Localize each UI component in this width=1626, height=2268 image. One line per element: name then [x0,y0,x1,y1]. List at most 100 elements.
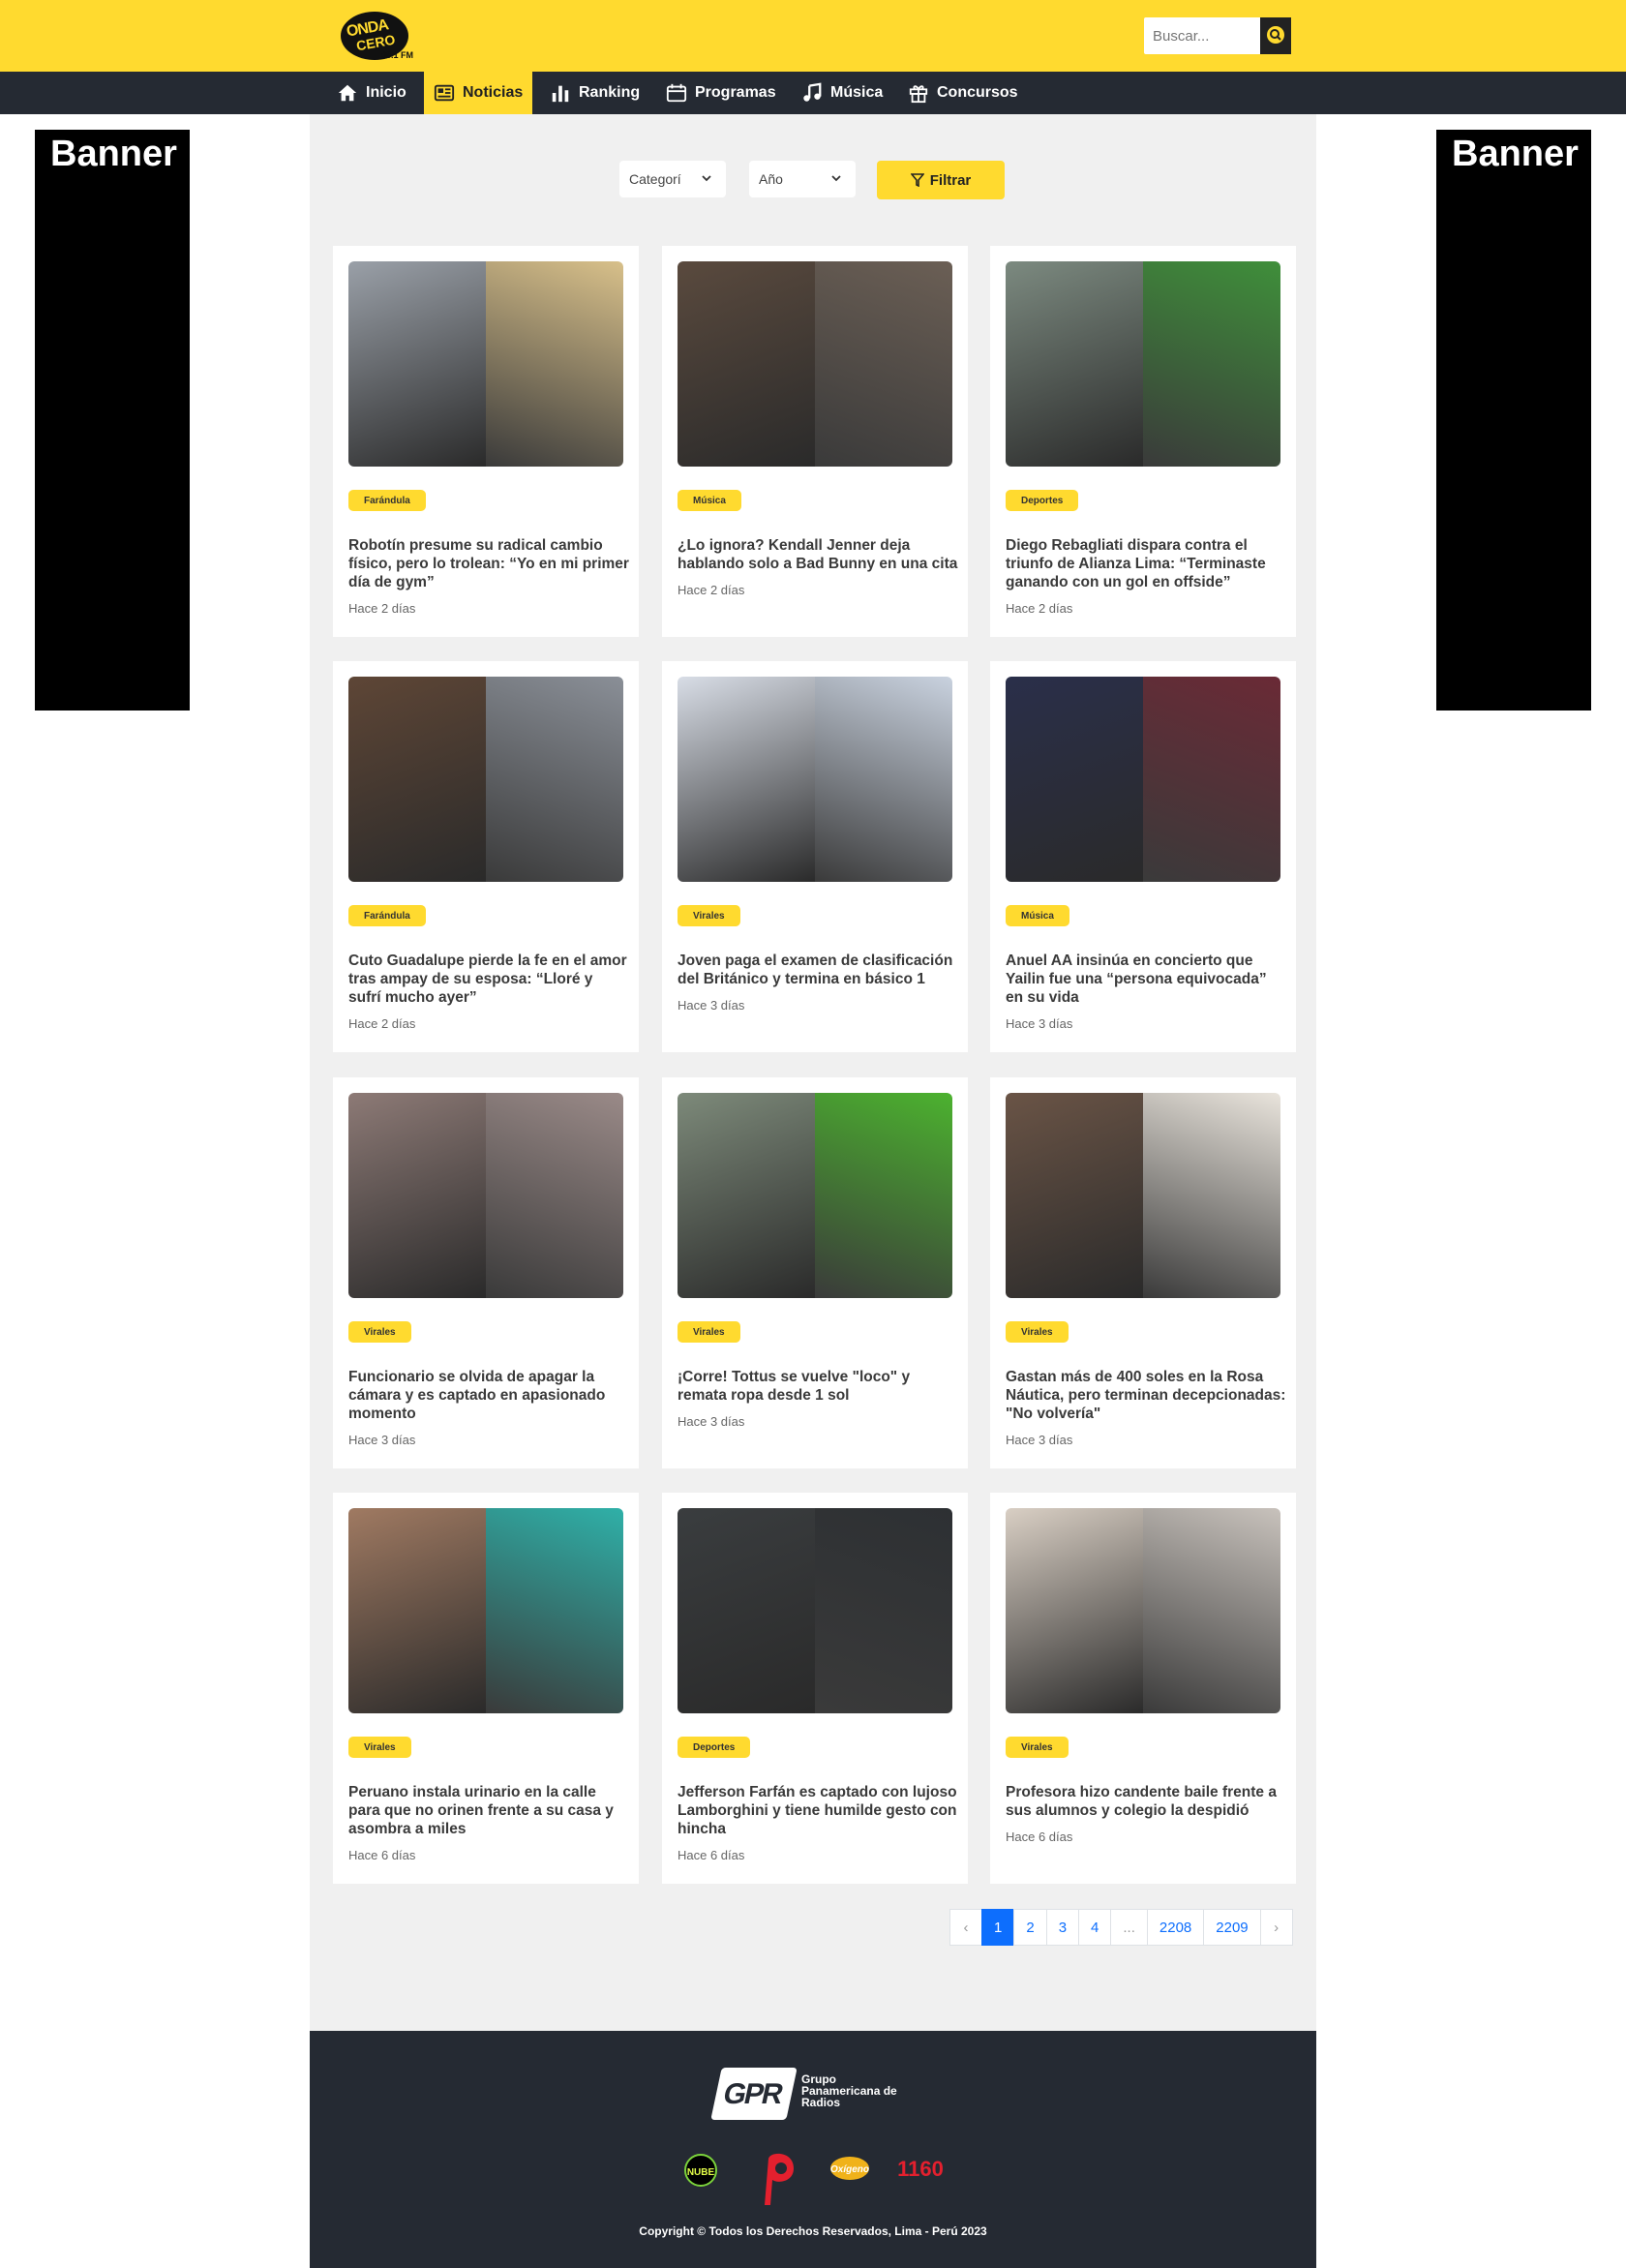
pagination: ‹ 1 2 3 4... 2208 2209 › [949,1909,1293,1946]
nav-item-ranking[interactable]: Ranking [540,72,649,114]
la-nube-logo[interactable]: NUBE [681,2149,720,2192]
news-card[interactable]: Farándula Robotín presume su radical camb… [333,246,639,637]
news-thumbnail[interactable] [348,261,623,467]
pagination-next[interactable]: › [1259,1909,1293,1946]
news-card[interactable]: Virales Funcionario se olvida de apagar l… [333,1077,639,1468]
news-title[interactable]: Profesora hizo candente baile frente a s… [1006,1783,1286,1820]
category-badge[interactable]: Virales [1006,1737,1069,1758]
news-time: Hace 2 días [348,1016,416,1031]
news-card[interactable]: Virales Peruano instala urinario en la ca… [333,1493,639,1884]
year-select[interactable]: Año [749,161,856,197]
pagination-prev[interactable]: ‹ [949,1909,982,1946]
search-input[interactable] [1144,17,1258,54]
news-thumbnail[interactable] [348,1093,623,1298]
calendar-icon [666,83,687,103]
category-badge[interactable]: Música [678,490,741,511]
nav-label: Inicio [366,84,406,101]
thumbnail-right-photo [815,1508,952,1713]
copyright-text: Copyright © Todos los Derechos Reservado… [639,2224,987,2238]
news-time: Hace 3 días [678,1414,745,1429]
thumbnail-left-photo [678,677,815,882]
nav-item-noticias[interactable]: Noticias [424,72,533,114]
oxigeno-logo[interactable]: Oxígeno [828,2149,871,2188]
news-title[interactable]: ¡Corre! Tottus se vuelve "loco" y remata… [678,1368,958,1405]
pagination-page[interactable]: 2208 [1146,1909,1205,1946]
filter-button[interactable]: Filtrar [877,161,1005,199]
news-title[interactable]: Funcionario se olvida de apagar la cámar… [348,1368,629,1423]
nav-label: Noticias [463,84,524,101]
nav-label: Programas [695,84,776,101]
filter-icon [910,173,924,187]
news-card[interactable]: Farándula Cuto Guadalupe pierde la fe en … [333,661,639,1052]
news-thumbnail[interactable] [678,1508,952,1713]
pagination-page[interactable]: 2209 [1203,1909,1261,1946]
news-time: Hace 2 días [1006,601,1073,616]
category-badge[interactable]: Virales [678,1321,740,1343]
news-title[interactable]: Joven paga el examen de clasificación de… [678,952,958,988]
news-time: Hace 2 días [678,583,745,597]
category-badge[interactable]: Virales [678,905,740,926]
thumbnail-right-photo [486,1093,623,1298]
category-select[interactable]: Categorí [619,161,726,197]
thumbnail-left-photo [678,1093,815,1298]
pagination-page[interactable]: 1 [981,1909,1015,1946]
news-thumbnail[interactable] [348,677,623,882]
news-thumbnail[interactable] [678,1093,952,1298]
nav-item-programas[interactable]: Programas [656,72,786,114]
news-thumbnail[interactable] [678,261,952,467]
radio-1160-logo[interactable]: 1160 [896,2149,945,2188]
category-badge[interactable]: Farándula [348,905,426,926]
nav-label: Música [830,84,884,101]
news-card[interactable]: Virales ¡Corre! Tottus se vuelve "loco" y… [662,1077,968,1468]
news-title[interactable]: ¿Lo ignora? Kendall Jenner deja hablando… [678,536,958,573]
nav-item-concursos[interactable]: Concursos [898,72,1028,114]
thumbnail-left-photo [678,1508,815,1713]
category-badge[interactable]: Virales [348,1737,411,1758]
thumbnail-left-photo [1006,677,1143,882]
onda-cero-logo[interactable]: ONDA CERO 98.1 FM [339,8,414,64]
news-title[interactable]: Jefferson Farfán es captado con lujoso L… [678,1783,958,1838]
right-banner[interactable]: Banner [1436,130,1591,711]
panamericana-logo[interactable] [755,2149,799,2207]
music-note-icon [803,82,822,102]
news-thumbnail[interactable] [348,1508,623,1713]
nav-label: Concursos [937,84,1018,101]
thumbnail-right-photo [815,677,952,882]
gpr-logo[interactable]: GPR Grupo Panamericana de Radios [710,2060,910,2128]
news-thumbnail[interactable] [1006,261,1280,467]
news-thumbnail[interactable] [1006,1508,1280,1713]
news-title[interactable]: Diego Rebagliati dispara contra el triun… [1006,536,1286,591]
filter-button-label: Filtrar [929,171,972,189]
news-card[interactable]: Deportes Jefferson Farfán es captado con … [662,1493,968,1884]
category-badge[interactable]: Virales [1006,1321,1069,1343]
news-card[interactable]: Música ¿Lo ignora? Kendall Jenner deja ha… [662,246,968,637]
search-button[interactable] [1260,17,1291,54]
news-card[interactable]: Virales Gastan más de 400 soles en la Ros… [990,1077,1296,1468]
news-card[interactable]: Deportes Diego Rebagliati dispara contra … [990,246,1296,637]
chevron-down-icon [702,175,711,182]
news-card[interactable]: Música Anuel AA insinúa en concierto que … [990,661,1296,1052]
category-badge[interactable]: Deportes [678,1737,751,1758]
news-title[interactable]: Robotín presume su radical cambio físico… [348,536,629,591]
pagination-page[interactable]: 3 [1045,1909,1080,1946]
category-badge[interactable]: Deportes [1006,490,1079,511]
category-badge[interactable]: Virales [348,1321,411,1343]
news-title[interactable]: Cuto Guadalupe pierde la fe en el amor t… [348,952,629,1007]
news-thumbnail[interactable] [1006,677,1280,882]
nav-item-inicio[interactable]: Inicio [327,72,416,114]
year-select-value: Año [759,171,783,187]
news-title[interactable]: Peruano instala urinario en la calle par… [348,1783,629,1838]
news-title[interactable]: Gastan más de 400 soles en la Rosa Náuti… [1006,1368,1286,1423]
category-badge[interactable]: Música [1006,905,1069,926]
search-icon [1267,26,1284,44]
news-card[interactable]: Virales Joven paga el examen de clasifica… [662,661,968,1052]
pagination-page[interactable]: 2 [1013,1909,1047,1946]
news-title[interactable]: Anuel AA insinúa en concierto que Yailin… [1006,952,1286,1007]
news-card[interactable]: Virales Profesora hizo candente baile fre… [990,1493,1296,1884]
category-badge[interactable]: Farándula [348,490,426,511]
nav-item-musica[interactable]: Música [792,72,892,114]
pagination-page[interactable]: 4 [1078,1909,1112,1946]
news-thumbnail[interactable] [1006,1093,1280,1298]
left-banner[interactable]: Banner [35,130,190,711]
news-thumbnail[interactable] [678,677,952,882]
